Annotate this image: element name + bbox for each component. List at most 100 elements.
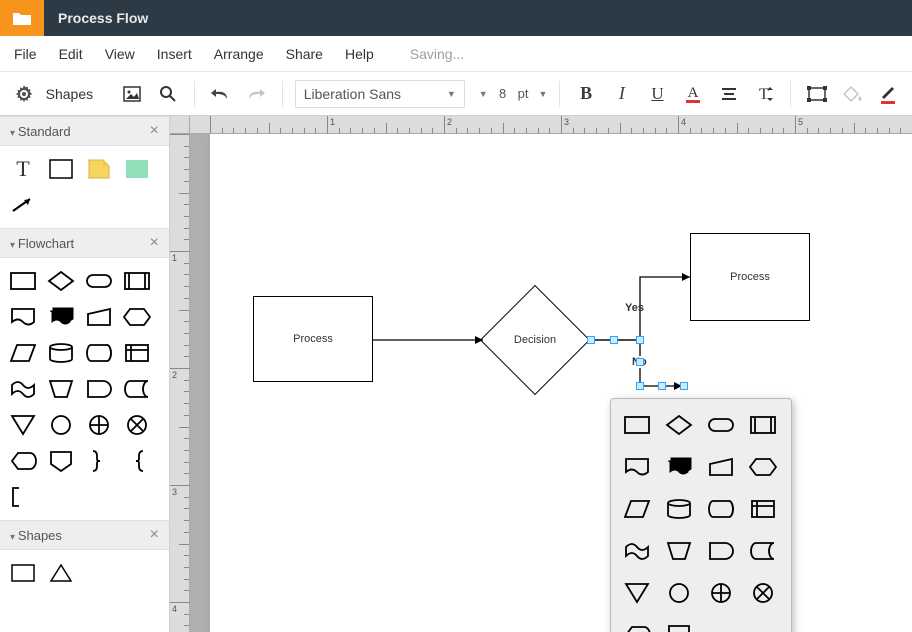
bold-button[interactable]: B [572, 79, 600, 109]
shape-decision[interactable] [46, 268, 76, 294]
shape-or[interactable] [84, 412, 114, 438]
shapes-panel-button[interactable] [10, 79, 38, 109]
shape-picker-popup[interactable] [610, 398, 792, 632]
close-icon[interactable]: × [150, 122, 159, 140]
shape-display[interactable] [621, 621, 653, 632]
shape-merge[interactable] [8, 412, 38, 438]
shape-brace-left[interactable] [122, 448, 152, 474]
chevron-down-icon[interactable]: ▼ [479, 89, 488, 99]
shape-connector[interactable] [46, 412, 76, 438]
selection-handle[interactable] [658, 382, 666, 390]
shape-or[interactable] [705, 579, 737, 607]
canvas-page[interactable]: Process Decision Yes Process [210, 134, 912, 632]
align-button[interactable] [715, 79, 743, 109]
fill-button[interactable] [839, 79, 867, 109]
font-family-select[interactable]: Liberation Sans ▼ [295, 80, 465, 108]
shape-rect[interactable] [8, 560, 38, 586]
line-color-button[interactable] [874, 79, 902, 109]
shape-multidoc[interactable] [46, 304, 76, 330]
selection-handle[interactable] [587, 336, 595, 344]
shape-paper-tape[interactable] [621, 537, 653, 565]
shape-decision[interactable] [663, 411, 695, 439]
chevron-down-icon[interactable]: ▼ [539, 89, 548, 99]
edge-yes[interactable] [590, 252, 700, 344]
insert-image-button[interactable] [118, 79, 146, 109]
selection-handle[interactable] [636, 358, 644, 366]
shape-direct-data[interactable] [84, 340, 114, 366]
section-standard-header[interactable]: Standard × [0, 116, 169, 146]
menu-edit[interactable]: Edit [59, 46, 83, 62]
shape-text[interactable]: T [8, 156, 38, 182]
menu-arrange[interactable]: Arrange [214, 46, 264, 62]
text-options-button[interactable]: T [751, 79, 779, 109]
italic-button[interactable]: I [608, 79, 636, 109]
section-flowchart-header[interactable]: Flowchart × [0, 228, 169, 258]
shape-arrow[interactable] [8, 192, 38, 218]
shape-process[interactable] [621, 411, 653, 439]
shape-database[interactable] [46, 340, 76, 366]
shape-preparation[interactable] [122, 304, 152, 330]
shape-internal-storage[interactable] [122, 340, 152, 366]
menu-help[interactable]: Help [345, 46, 374, 62]
selection-handle[interactable] [636, 382, 644, 390]
close-icon[interactable]: × [150, 526, 159, 544]
shape-manual-input[interactable] [84, 304, 114, 330]
shape-stored-data[interactable] [747, 537, 779, 565]
text-color-button[interactable]: A [679, 79, 707, 109]
shape-rect-fill[interactable] [122, 156, 152, 182]
shape-predefined[interactable] [747, 411, 779, 439]
node-process-2[interactable]: Process [690, 233, 810, 321]
section-shapes-header[interactable]: Shapes × [0, 520, 169, 550]
shape-style-button[interactable] [803, 79, 831, 109]
app-logo[interactable] [0, 0, 44, 36]
shape-delay[interactable] [84, 376, 114, 402]
selection-handle[interactable] [680, 382, 688, 390]
edge-yes-label[interactable]: Yes [625, 302, 644, 314]
menu-share[interactable]: Share [286, 46, 323, 62]
shape-terminator[interactable] [84, 268, 114, 294]
menu-insert[interactable]: Insert [157, 46, 192, 62]
shape-note[interactable] [84, 156, 114, 182]
shape-data[interactable] [8, 340, 38, 366]
shape-rect-outline[interactable] [46, 156, 76, 182]
shape-delay[interactable] [705, 537, 737, 565]
shape-off-page[interactable] [663, 621, 695, 632]
close-icon[interactable]: × [150, 234, 159, 252]
shape-process[interactable] [8, 268, 38, 294]
underline-button[interactable]: U [644, 79, 672, 109]
search-button[interactable] [154, 79, 182, 109]
menu-view[interactable]: View [105, 46, 135, 62]
undo-button[interactable] [207, 79, 235, 109]
shape-document[interactable] [8, 304, 38, 330]
shape-merge[interactable] [621, 579, 653, 607]
shape-display[interactable] [8, 448, 38, 474]
shape-connector[interactable] [663, 579, 695, 607]
shape-document[interactable] [621, 453, 653, 481]
shape-triangle[interactable] [46, 560, 76, 586]
selection-handle[interactable] [636, 336, 644, 344]
shape-predefined[interactable] [122, 268, 152, 294]
shape-preparation[interactable] [747, 453, 779, 481]
shape-off-page[interactable] [46, 448, 76, 474]
selection-handle[interactable] [610, 336, 618, 344]
shape-note[interactable] [8, 484, 38, 510]
redo-button[interactable] [242, 79, 270, 109]
shape-manual-input[interactable] [705, 453, 737, 481]
menu-file[interactable]: File [14, 46, 37, 62]
shape-manual-op[interactable] [663, 537, 695, 565]
shape-terminator[interactable] [705, 411, 737, 439]
shape-sum[interactable] [122, 412, 152, 438]
shape-sum[interactable] [747, 579, 779, 607]
shape-data[interactable] [621, 495, 653, 523]
node-decision[interactable]: Decision [480, 295, 590, 385]
node-process-1[interactable]: Process [253, 296, 373, 382]
edge-1[interactable] [373, 334, 493, 346]
shape-brace-right[interactable] [84, 448, 114, 474]
shape-multidoc[interactable] [663, 453, 695, 481]
shape-internal-storage[interactable] [747, 495, 779, 523]
shape-paper-tape[interactable] [8, 376, 38, 402]
shape-manual-op[interactable] [46, 376, 76, 402]
font-size-input[interactable] [492, 85, 514, 102]
shape-database[interactable] [663, 495, 695, 523]
shape-stored-data[interactable] [122, 376, 152, 402]
